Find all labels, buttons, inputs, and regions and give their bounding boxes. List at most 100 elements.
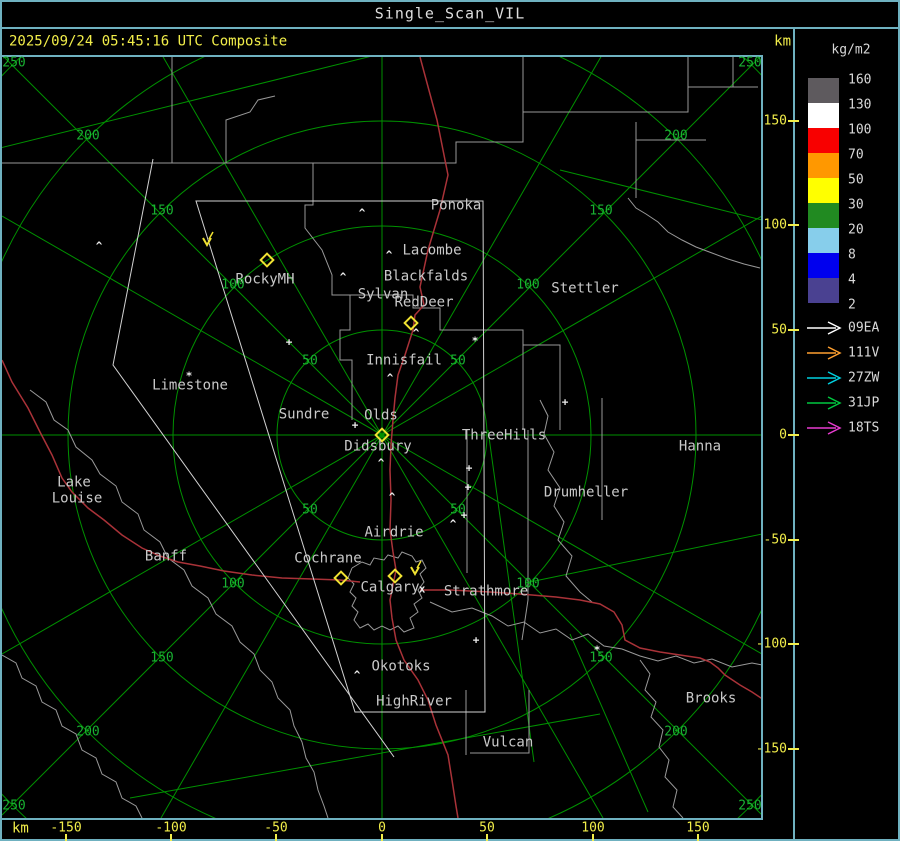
colorbar-swatch bbox=[808, 103, 839, 128]
town-marker: + bbox=[464, 480, 472, 494]
colorbar-value: 100 bbox=[848, 122, 872, 138]
range-ring-label: 200 bbox=[664, 128, 688, 144]
town-marker: + bbox=[472, 633, 480, 647]
colorbar-swatch bbox=[808, 128, 839, 153]
city-label: Lacombe bbox=[402, 242, 462, 259]
city-label: HighRiver bbox=[376, 693, 452, 710]
town-marker: * bbox=[593, 643, 601, 657]
city-label: Blackfalds bbox=[383, 268, 469, 285]
range-ring-label: 200 bbox=[76, 128, 100, 144]
range-ring-label: 250 bbox=[738, 55, 762, 71]
colorbar-value: 4 bbox=[848, 272, 856, 288]
radar-arrow-icon bbox=[807, 396, 842, 410]
bottom-axis-label: -150 bbox=[50, 820, 82, 836]
town-marker: ^ bbox=[358, 206, 366, 220]
colorbar-value: 70 bbox=[848, 147, 864, 163]
radar-arrow-icon bbox=[807, 346, 842, 360]
colorbar-swatch bbox=[808, 178, 839, 203]
bottom-axis-label: 0 bbox=[378, 820, 386, 836]
bottom-axis-label: -100 bbox=[155, 820, 187, 836]
radar-id-label: 111V bbox=[848, 345, 880, 361]
city-label: Lake bbox=[57, 474, 91, 491]
range-ring-label: 100 bbox=[221, 576, 245, 592]
bottom-axis-label: 100 bbox=[581, 820, 605, 836]
right-axis-label: -100 bbox=[755, 636, 787, 652]
town-marker: ^ bbox=[377, 456, 385, 470]
town-marker: ^ bbox=[353, 668, 361, 682]
bottom-axis-label: 150 bbox=[686, 820, 710, 836]
city-label: Okotoks bbox=[371, 658, 431, 675]
range-ring-label: 250 bbox=[2, 798, 26, 814]
town-marker: + bbox=[351, 418, 359, 432]
city-label: Drumheller bbox=[543, 484, 629, 501]
town-marker: + bbox=[561, 395, 569, 409]
town-marker: x bbox=[418, 582, 426, 596]
radar-id-label: 09EA bbox=[848, 320, 880, 336]
city-label: Ponoka bbox=[430, 197, 482, 214]
colorbar-swatch bbox=[808, 253, 839, 278]
city-label: Olds bbox=[364, 407, 398, 424]
range-ring-label: 250 bbox=[738, 798, 762, 814]
range-ring-label: 200 bbox=[76, 724, 100, 740]
range-ring-label: 150 bbox=[150, 650, 174, 666]
town-marker: + bbox=[460, 508, 468, 522]
right-axis-label: 50 bbox=[771, 322, 787, 338]
city-label: Banff bbox=[144, 548, 188, 565]
right-axis-label: 0 bbox=[779, 427, 787, 443]
radar-arrow-icon bbox=[807, 321, 842, 335]
radar-viewer-window: Single_Scan_VIL 2025/09/24 05:45:16 UTC … bbox=[0, 0, 900, 841]
range-ring-label: 150 bbox=[150, 203, 174, 219]
timestamp: 2025/09/24 05:45:16 UTC Composite bbox=[9, 33, 288, 50]
range-ring-label: 100 bbox=[516, 277, 540, 293]
colorbar-value: 20 bbox=[848, 222, 864, 238]
colorbar-unit: kg/m2 bbox=[831, 42, 871, 58]
bottom-axis-label: 50 bbox=[479, 820, 495, 836]
city-label: Cochrane bbox=[294, 550, 362, 567]
radar-arrow-icon bbox=[807, 371, 842, 385]
colorbar-value: 50 bbox=[848, 172, 864, 188]
colorbar-swatch bbox=[808, 278, 839, 303]
town-marker: ^ bbox=[386, 371, 394, 385]
city-label: ThreeHills bbox=[461, 427, 547, 444]
range-ring-label: 200 bbox=[664, 724, 688, 740]
right-axis-unit: km bbox=[774, 33, 791, 50]
colorbar-value: 160 bbox=[848, 72, 872, 88]
bottom-axis-label: -50 bbox=[264, 820, 288, 836]
town-marker: ^ bbox=[95, 239, 103, 253]
city-label: Brooks bbox=[685, 690, 737, 707]
right-axis-label: 150 bbox=[763, 113, 787, 129]
city-label: Stettler bbox=[551, 280, 619, 297]
radar-site-icon bbox=[333, 570, 349, 586]
colorbar-bottom-value: 2 bbox=[848, 297, 856, 313]
city-label: Innisfail bbox=[366, 352, 442, 369]
range-ring-label: 100 bbox=[221, 277, 245, 293]
colorbar-value: 30 bbox=[848, 197, 864, 213]
town-marker: * bbox=[471, 334, 479, 348]
city-label: Sundre bbox=[278, 406, 330, 423]
colorbar-swatch bbox=[808, 203, 839, 228]
radar-id-label: 27ZW bbox=[848, 370, 880, 386]
colorbar-swatch bbox=[808, 78, 839, 103]
town-marker: + bbox=[465, 461, 473, 475]
colorbar-swatch bbox=[808, 228, 839, 253]
town-marker: ^ bbox=[412, 326, 420, 340]
radar-arrow-icon bbox=[807, 421, 842, 435]
bottom-axis-unit: km bbox=[12, 820, 29, 837]
range-ring-label: 50 bbox=[302, 502, 318, 518]
city-label: Didsbury bbox=[344, 438, 412, 455]
city-label: RedDeer bbox=[394, 294, 454, 311]
city-label: Calgary bbox=[360, 579, 420, 596]
right-axis-label: -150 bbox=[755, 741, 787, 757]
town-marker: + bbox=[285, 335, 293, 349]
town-marker: ^ bbox=[449, 517, 457, 531]
range-ring-label: 100 bbox=[516, 576, 540, 592]
radar-id-label: 18TS bbox=[848, 420, 880, 436]
city-label: Hanna bbox=[678, 438, 722, 455]
window-title: Single_Scan_VIL bbox=[374, 4, 526, 23]
town-marker: ^ bbox=[385, 248, 393, 262]
city-label: Vulcan bbox=[482, 734, 534, 751]
colorbar-value: 130 bbox=[848, 97, 872, 113]
velocity-arrow-tail bbox=[416, 560, 422, 569]
colorbar-swatch bbox=[808, 153, 839, 178]
radar-id-label: 31JP bbox=[848, 395, 880, 411]
